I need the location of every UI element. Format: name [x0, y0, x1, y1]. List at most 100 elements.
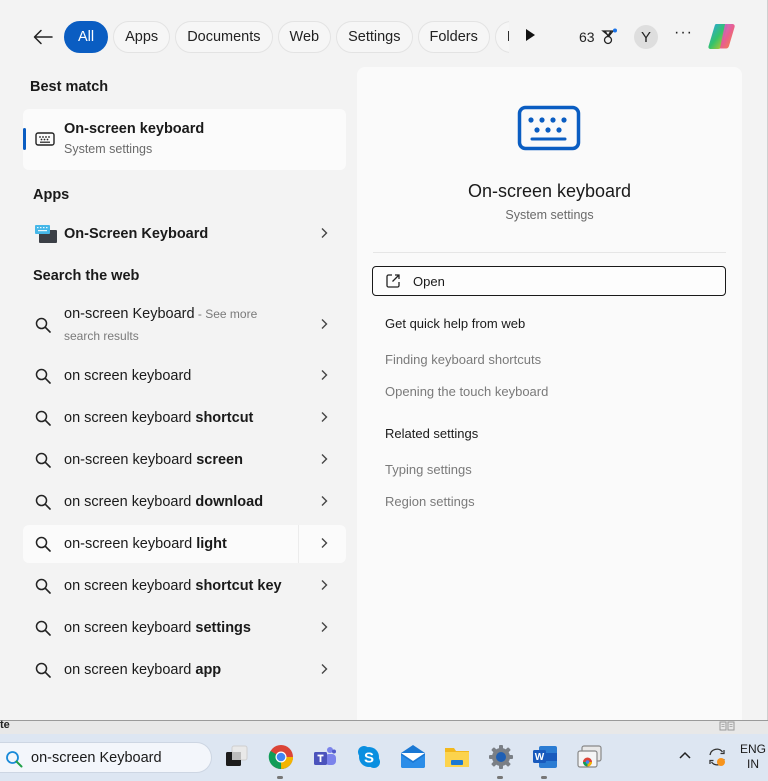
chevron-right-icon — [321, 580, 328, 590]
suggestion-prefix: on-screen keyboard — [64, 536, 197, 552]
svg-text:W: W — [535, 752, 545, 763]
suggestion-prefix: on screen keyboard — [64, 494, 196, 510]
search-icon — [35, 494, 51, 510]
user-avatar[interactable]: Y — [634, 25, 658, 49]
chevron-right-icon — [321, 496, 328, 506]
open-button-label: Open — [413, 274, 445, 289]
see-more-text: - See more — [194, 307, 258, 321]
task-view-icon — [226, 745, 248, 766]
related-link-typing-settings[interactable]: Typing settings — [385, 462, 472, 477]
web-suggestion-row[interactable]: on screen keyboard settings — [23, 609, 346, 647]
preview-title: On-screen keyboard — [467, 181, 632, 201]
skype-icon: S — [358, 746, 380, 768]
taskbar-chrome-apps[interactable] — [575, 743, 603, 771]
suggestion-completion: shortcut — [195, 410, 254, 426]
background-window-edge: te — [0, 719, 768, 734]
chevron-right-icon — [321, 228, 328, 238]
search-icon — [35, 410, 51, 426]
web-suggestion-label: on screen keyboard app — [64, 662, 221, 678]
search-icon — [6, 751, 23, 768]
taskbar-file-explorer[interactable] — [443, 743, 471, 771]
divider — [373, 252, 726, 253]
play-icon — [526, 29, 535, 41]
taskbar-chrome[interactable] — [267, 743, 295, 779]
chevron-right-icon — [321, 319, 328, 329]
best-match-subtitle: System settings — [64, 142, 153, 156]
chevron-right-icon — [321, 370, 328, 380]
web-suggestion-label: on screen keyboard shortcut key — [64, 578, 282, 594]
filter-tab-all[interactable]: All — [64, 21, 109, 53]
preview-pane: On-screen keyboard System settings Open … — [357, 67, 742, 720]
related-link-region-settings[interactable]: Region settings — [385, 494, 475, 509]
filter-tab-web[interactable]: Web — [277, 21, 332, 53]
search-icon — [35, 578, 51, 594]
search-icon — [35, 662, 51, 678]
web-suggestion-row[interactable]: on screen keyboard shortcut key — [23, 567, 346, 605]
web-suggestion-label: on screen keyboard settings — [64, 620, 251, 636]
web-suggestion-row[interactable]: on screen keyboard download — [23, 483, 346, 521]
web-result-see-more[interactable]: on-screen Keyboard - See more search res… — [23, 304, 346, 360]
copilot-button[interactable] — [706, 21, 738, 51]
more-options-button[interactable]: ··· — [674, 24, 693, 42]
filter-tab-folders[interactable]: Folders — [417, 21, 490, 53]
search-the-web-heading: Search the web — [33, 268, 140, 284]
medal-icon — [600, 28, 617, 45]
more-filters-button[interactable] — [524, 28, 536, 47]
folder-icon — [445, 748, 469, 767]
taskbar-search-box[interactable]: on-screen Keyboard — [0, 742, 212, 773]
chrome-icon — [268, 745, 293, 770]
filter-tab-apps[interactable]: Apps — [113, 21, 171, 53]
suggestion-prefix: on screen keyboard — [64, 368, 192, 384]
svg-text:S: S — [364, 750, 374, 767]
web-suggestion-row[interactable]: on screen keyboard app — [23, 651, 346, 689]
taskbar-teams[interactable] — [311, 743, 339, 771]
search-icon — [35, 536, 51, 552]
taskbar-search-value: on-screen Keyboard — [31, 750, 162, 766]
language-indicator[interactable]: ENG IN — [740, 742, 766, 772]
app-result-on-screen-keyboard[interactable]: On-Screen Keyboard — [23, 215, 346, 253]
filter-tab-photos[interactable]: Pho — [494, 21, 509, 53]
suggestion-completion: shortcut key — [195, 578, 282, 594]
taskbar-task-view[interactable] — [223, 743, 251, 771]
search-icon — [35, 620, 51, 636]
search-icon — [35, 452, 51, 468]
chevron-right-icon[interactable] — [320, 537, 328, 549]
web-suggestion-row[interactable]: on-screen keyboard light — [23, 525, 346, 563]
taskbar-settings[interactable] — [487, 743, 515, 779]
filter-tabs: All Apps Documents Web Settings Folders … — [64, 21, 509, 53]
web-query-text: on-screen Keyboard — [64, 306, 195, 322]
running-indicator — [277, 776, 283, 779]
related-settings-heading: Related settings — [385, 426, 479, 441]
filter-tab-settings[interactable]: Settings — [336, 21, 413, 53]
chevron-right-icon — [321, 412, 328, 422]
row-divider — [298, 525, 299, 563]
open-button[interactable]: Open — [372, 266, 726, 296]
web-suggestion-row[interactable]: on screen keyboard — [23, 357, 346, 395]
keyboard-large-icon — [517, 105, 581, 151]
read-mode-icon — [719, 721, 735, 731]
suggestion-prefix: on screen keyboard — [64, 662, 196, 678]
taskbar-skype[interactable]: S — [355, 743, 383, 771]
web-suggestion-row[interactable]: on-screen keyboard screen — [23, 441, 346, 479]
suggestion-completion: light — [196, 536, 227, 552]
taskbar-mail[interactable] — [399, 743, 427, 771]
help-link-touch-keyboard[interactable]: Opening the touch keyboard — [385, 384, 548, 399]
selection-indicator — [23, 128, 26, 150]
help-link-finding-shortcuts[interactable]: Finding keyboard shortcuts — [385, 352, 541, 367]
suggestion-prefix: on screen keyboard — [64, 410, 196, 426]
web-suggestion-row[interactable]: on screen keyboard shortcut — [23, 399, 346, 437]
suggestion-prefix: on screen keyboard — [64, 578, 196, 594]
preview-subtitle: System settings — [505, 208, 594, 222]
back-button[interactable] — [30, 24, 56, 50]
show-hidden-icons-chevron-up-icon[interactable] — [678, 750, 692, 760]
taskbar-word[interactable]: W — [531, 743, 559, 779]
best-match-result[interactable]: On-screen keyboard System settings — [23, 109, 346, 170]
rewards-points-value: 63 — [579, 29, 595, 45]
keyboard-icon — [35, 132, 55, 146]
rewards-points[interactable]: 63 — [579, 28, 618, 46]
suggestion-prefix: on-screen keyboard — [64, 452, 197, 468]
taskbar: on-screen Keyboard S W ENG IN — [0, 734, 768, 781]
open-external-icon — [386, 274, 400, 288]
filter-tab-documents[interactable]: Documents — [175, 21, 273, 53]
sync-status-icon[interactable] — [706, 746, 728, 768]
